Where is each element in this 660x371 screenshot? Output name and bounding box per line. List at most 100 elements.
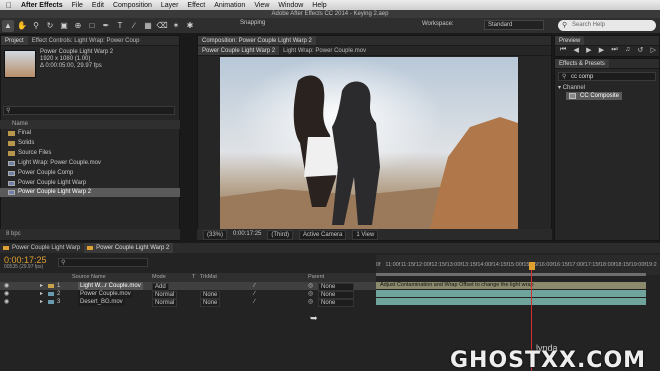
search-help-placeholder: Search Help — [572, 22, 606, 28]
fx-switch-icon[interactable]: ∕ — [254, 282, 255, 290]
project-item-selected[interactable]: Power Couple Light Warp 2 — [0, 188, 180, 197]
expand-arrow-icon[interactable]: ▸ — [40, 282, 43, 290]
next-frame-icon[interactable]: ▶ — [599, 46, 604, 56]
project-item[interactable]: Power Couple Light Warp — [0, 179, 180, 188]
visibility-eye-icon[interactable]: ◉ — [4, 282, 9, 290]
layer-row[interactable]: ◉ ▸ 1 Light W...r Couple.mov Add ∕ ◎ Non… — [0, 282, 376, 291]
expand-arrow-icon[interactable]: ▸ — [40, 298, 43, 306]
project-search-input[interactable]: ⚲ — [3, 106, 175, 115]
project-item[interactable]: Final — [0, 129, 180, 138]
menu-help[interactable]: Help — [312, 2, 326, 9]
prev-frame-icon[interactable]: ◀ — [574, 46, 579, 56]
project-item[interactable]: Source Files — [0, 149, 180, 158]
ram-preview-icon[interactable]: ▷ — [651, 46, 656, 56]
menu-composition[interactable]: Composition — [113, 2, 152, 9]
expand-arrow-icon[interactable]: ▸ — [40, 290, 43, 298]
col-t[interactable]: T — [192, 273, 195, 282]
last-frame-icon[interactable]: ⏭ — [611, 46, 617, 56]
bit-depth-label[interactable]: 8 bpc — [6, 231, 21, 237]
layer-row[interactable]: ◉ ▸ 2 Power Couple.mov Normal None ∕ ◎ N… — [0, 290, 376, 299]
col-parent[interactable]: Parent — [308, 273, 324, 282]
menu-view[interactable]: View — [254, 2, 269, 9]
search-help-input[interactable]: ⚲ Search Help — [558, 20, 656, 31]
parent-dropdown[interactable]: None — [318, 299, 354, 307]
type-tool-icon[interactable]: T — [114, 20, 126, 32]
layer-mode-dropdown[interactable]: Normal — [152, 299, 178, 307]
project-name-column[interactable]: Name — [0, 120, 180, 129]
effects-search-input[interactable]: ⚲ cc comp — [558, 72, 656, 81]
playhead-handle[interactable] — [529, 262, 535, 270]
tab-effect-controls[interactable]: Effect Controls: Light Wrap: Power Coup — [28, 36, 144, 45]
col-mode[interactable]: Mode — [152, 273, 166, 282]
subtab-comp[interactable]: Power Couple Light Warp 2 — [198, 46, 280, 55]
parent-pickwhip-icon[interactable]: ◎ — [308, 298, 313, 306]
snapping-label[interactable]: Snapping — [240, 20, 265, 26]
resolution-dropdown[interactable]: (Third) — [267, 230, 294, 240]
brush-tool-icon[interactable]: ∕ — [128, 20, 140, 32]
rectangle-tool-icon[interactable]: □ — [86, 20, 98, 32]
trkmat-dropdown[interactable]: None — [200, 299, 221, 307]
tab-effects-presets[interactable]: Effects & Presets — [555, 59, 609, 68]
loop-icon[interactable]: ↺ — [637, 46, 643, 56]
layer-duration-bar[interactable] — [376, 298, 646, 305]
composition-viewer-image[interactable] — [220, 57, 518, 229]
menu-edit[interactable]: Edit — [92, 2, 104, 9]
eraser-tool-icon[interactable]: ⌫ — [156, 20, 168, 32]
tab-composition[interactable]: Composition: Power Couple Light Warp 2 — [198, 36, 316, 45]
ruler-tick-label: 13:15f — [462, 262, 478, 268]
roto-brush-tool-icon[interactable]: ✶ — [170, 20, 182, 32]
work-area-bar[interactable] — [376, 273, 646, 276]
audio-icon[interactable]: ♫ — [625, 46, 630, 56]
label-color-swatch[interactable] — [48, 292, 54, 296]
layer-name[interactable]: Light W...r Couple.mov — [78, 282, 143, 290]
menu-animation[interactable]: Animation — [214, 2, 245, 9]
col-source-name[interactable]: Source Name — [72, 273, 106, 282]
hand-tool-icon[interactable]: ✋ — [16, 20, 28, 32]
workspace-select[interactable]: Standard — [484, 20, 544, 30]
label-color-swatch[interactable] — [48, 284, 54, 288]
layer-row[interactable]: ◉ ▸ 3 Desert_BG.mov Normal None ∕ ◎ None — [0, 298, 376, 307]
effects-category-channel[interactable]: ▾ Channel — [558, 84, 585, 91]
clone-tool-icon[interactable]: ▦ — [142, 20, 154, 32]
camera-dropdown[interactable]: Active Camera — [299, 230, 347, 240]
effect-cc-composite[interactable]: CC Composite — [566, 92, 622, 100]
first-frame-icon[interactable]: ⏮ — [560, 46, 566, 56]
menu-file[interactable]: File — [72, 2, 83, 9]
pen-tool-icon[interactable]: ✒ — [100, 20, 112, 32]
apple-menu-icon[interactable]:  — [6, 1, 12, 10]
menu-window[interactable]: Window — [278, 2, 303, 9]
layer-name[interactable]: Desert_BG.mov — [78, 298, 125, 306]
tab-project[interactable]: Project — [1, 36, 28, 45]
parent-pickwhip-icon[interactable]: ◎ — [308, 290, 313, 298]
project-item[interactable]: Solids — [0, 139, 180, 148]
project-item[interactable]: Light Wrap: Power Couple.mov — [0, 159, 180, 168]
puppet-tool-icon[interactable]: ✱ — [184, 20, 196, 32]
menu-app[interactable]: After Effects — [21, 2, 63, 9]
views-dropdown[interactable]: 1 View — [352, 230, 379, 240]
tab-preview[interactable]: Preview — [555, 36, 585, 45]
col-trkmat[interactable]: TrkMat — [200, 273, 217, 282]
play-icon[interactable]: ▶ — [586, 46, 591, 56]
layer-name[interactable]: Power Couple.mov — [78, 290, 133, 298]
magnification-dropdown[interactable]: (33%) — [203, 230, 228, 240]
visibility-eye-icon[interactable]: ◉ — [4, 290, 9, 298]
timeline-tab-2[interactable]: Power Couple Light Warp 2 — [84, 243, 174, 253]
label-color-swatch[interactable] — [48, 300, 54, 304]
timeline-tab-1[interactable]: Power Couple Light Warp — [0, 243, 84, 253]
rotate-tool-icon[interactable]: ↻ — [44, 20, 56, 32]
viewer-timecode[interactable]: 0:00:17:25 — [233, 229, 261, 240]
visibility-eye-icon[interactable]: ◉ — [4, 298, 9, 306]
pan-behind-tool-icon[interactable]: ⊕ — [72, 20, 84, 32]
timeline-search-input[interactable]: ⚲ — [58, 258, 148, 267]
menu-layer[interactable]: Layer — [161, 2, 179, 9]
layer-duration-bar[interactable] — [376, 290, 646, 297]
parent-pickwhip-icon[interactable]: ◎ — [308, 282, 313, 290]
selection-tool-icon[interactable]: ▲ — [2, 19, 14, 32]
menu-effect[interactable]: Effect — [187, 2, 205, 9]
fx-switch-icon[interactable]: ∕ — [254, 298, 255, 306]
subtab-footage[interactable]: Light Wrap: Power Couple.mov — [279, 46, 370, 55]
zoom-tool-icon[interactable]: ⚲ — [30, 20, 42, 32]
fx-switch-icon[interactable]: ∕ — [254, 290, 255, 298]
camera-tool-icon[interactable]: ▣ — [58, 20, 70, 32]
project-item[interactable]: Power Couple Comp — [0, 169, 180, 178]
